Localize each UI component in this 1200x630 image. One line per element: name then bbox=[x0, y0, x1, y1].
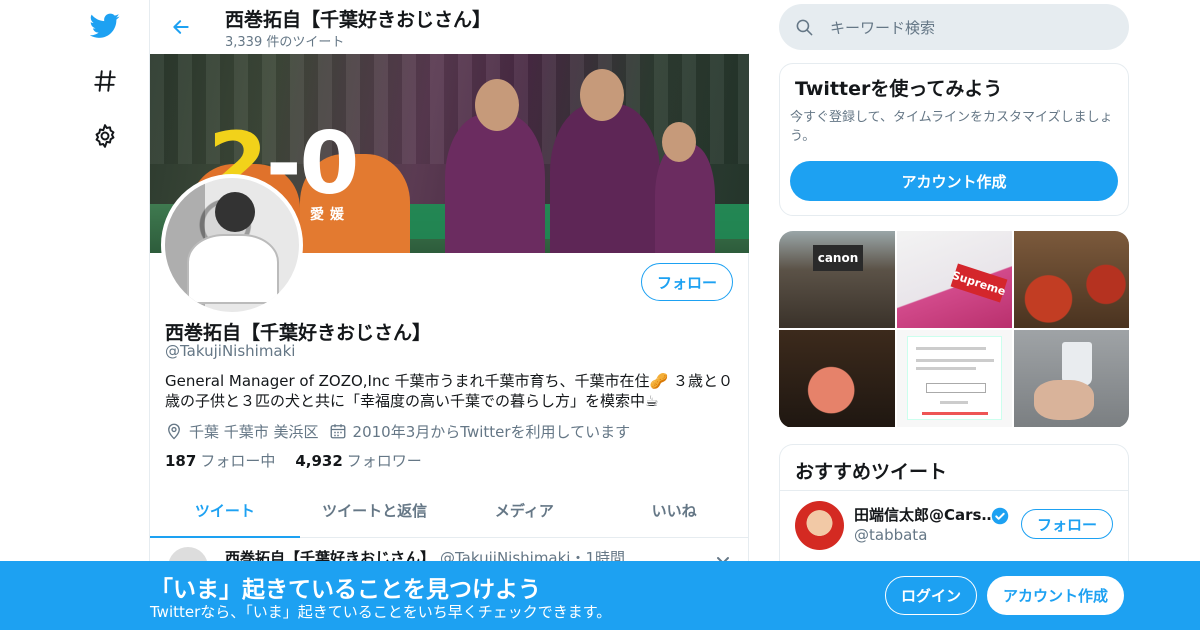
tab-media[interactable]: メディア bbox=[450, 484, 600, 537]
profile-column: 西巻拓自【千葉好きおじさん】 3,339 件のツイート 2-0 愛媛 フォロー … bbox=[149, 0, 749, 630]
avatar-hair bbox=[215, 192, 255, 232]
signup-card-title: Twitterを使ってみよう bbox=[795, 78, 1003, 100]
recommended-user-name[interactable]: 田端信太郎@Cars… bbox=[854, 504, 996, 525]
media-tile-sign: canon bbox=[813, 245, 863, 271]
followers-label: フォロワー bbox=[346, 452, 422, 470]
banner-player bbox=[550, 104, 660, 253]
login-button[interactable]: ログイン bbox=[885, 576, 977, 615]
doc-line bbox=[916, 359, 994, 362]
search-input[interactable]: キーワード検索 bbox=[779, 4, 1129, 50]
profile-name: 西巻拓自【千葉好きおじさん】 bbox=[165, 322, 432, 344]
media-thumbnail[interactable]: Supreme bbox=[897, 231, 1012, 328]
doc-line bbox=[916, 347, 986, 350]
recommended-follow-button[interactable]: フォロー bbox=[1021, 509, 1113, 539]
profile-meta: 千葉 千葉市 美浜区 2010年3月からTwitterを利用しています bbox=[165, 420, 640, 442]
signup-card: Twitterを使ってみよう 今すぐ登録して、タイムラインをカスタマイズしましょ… bbox=[779, 63, 1129, 216]
doc-line bbox=[916, 367, 976, 370]
profile-tabs: ツイート ツイートと返信 メディア いいね bbox=[150, 484, 749, 538]
explore-hashtag-icon[interactable] bbox=[90, 66, 120, 96]
divider bbox=[780, 490, 1128, 491]
location-pin-icon bbox=[168, 423, 180, 440]
media-thumbnail[interactable] bbox=[779, 330, 895, 427]
banner-player-head bbox=[580, 69, 624, 121]
signup-prompt-bar: 「いま」起きていることを見つけよう Twitterなら、「いま」起きていることを… bbox=[0, 561, 1200, 630]
banner-player bbox=[445, 114, 545, 253]
media-tile-document bbox=[907, 336, 1002, 420]
doc-red-line bbox=[922, 412, 988, 415]
profile-stats: 187 フォロー中 4,932 フォロワー bbox=[165, 450, 442, 471]
following-count: 187 bbox=[165, 452, 197, 470]
media-tile-box: Supreme bbox=[950, 263, 1008, 303]
header-title: 西巻拓自【千葉好きおじさん】 bbox=[225, 9, 492, 31]
recommended-user-handle: @tabbata bbox=[854, 526, 928, 544]
profile-header-bar: 西巻拓自【千葉好きおじさん】 3,339 件のツイート bbox=[150, 0, 749, 53]
signup-card-description: 今すぐ登録して、タイムラインをカスタマイズしましょう。 bbox=[790, 110, 1113, 144]
verified-badge-icon bbox=[991, 507, 1009, 525]
banner-player-head bbox=[662, 122, 696, 162]
media-thumbnail[interactable]: canon bbox=[779, 231, 895, 328]
profile-handle: @TakujiNishimaki bbox=[165, 342, 296, 360]
left-nav bbox=[80, 0, 130, 630]
create-account-button[interactable]: アカウント作成 bbox=[790, 161, 1118, 201]
banner-player-head bbox=[475, 79, 519, 131]
follow-button[interactable]: フォロー bbox=[641, 263, 733, 301]
profile-bio: General Manager of ZOZO,Inc 千葉市うまれ千葉市育ち、… bbox=[165, 372, 733, 410]
followers-count: 4,932 bbox=[295, 452, 343, 470]
profile-location: 千葉 千葉市 美浜区 bbox=[165, 421, 319, 442]
profile-joined-text: 2010年3月からTwitterを利用しています bbox=[352, 422, 631, 441]
tab-tweets[interactable]: ツイート bbox=[150, 484, 300, 538]
tab-likes[interactable]: いいね bbox=[599, 484, 749, 537]
doc-input bbox=[926, 383, 986, 393]
following-count-link[interactable]: 187 フォロー中 bbox=[165, 450, 275, 471]
header-tweet-count: 3,339 件のツイート bbox=[225, 35, 345, 50]
search-placeholder: キーワード検索 bbox=[830, 19, 936, 37]
signup-button[interactable]: アカウント作成 bbox=[987, 576, 1124, 615]
doc-line bbox=[940, 401, 968, 404]
banner-city-label: 愛媛 bbox=[310, 207, 350, 223]
twitter-profile-page: 西巻拓自【千葉好きおじさん】 3,339 件のツイート 2-0 愛媛 フォロー … bbox=[0, 0, 1200, 630]
back-arrow-icon[interactable] bbox=[166, 12, 196, 42]
media-thumbnail[interactable] bbox=[1014, 231, 1129, 328]
search-icon bbox=[796, 19, 813, 36]
media-tile-hand bbox=[1034, 380, 1094, 420]
twitter-bird-icon[interactable] bbox=[90, 11, 120, 41]
profile-avatar[interactable] bbox=[161, 174, 303, 316]
recommended-user-avatar[interactable] bbox=[795, 501, 844, 550]
media-thumbnail[interactable] bbox=[1014, 330, 1129, 427]
following-label: フォロー中 bbox=[200, 452, 276, 470]
prompt-subtitle: Twitterなら、「いま」起きていることをいち早くチェックできます。 bbox=[150, 603, 612, 621]
profile-joined: 2010年3月からTwitterを利用しています bbox=[329, 421, 631, 442]
followers-count-link[interactable]: 4,932 フォロワー bbox=[295, 450, 421, 471]
calendar-icon bbox=[330, 424, 345, 439]
profile-location-text: 千葉 千葉市 美浜区 bbox=[189, 422, 319, 441]
avatar-shirt bbox=[187, 234, 279, 304]
prompt-title: 「いま」起きていることを見つけよう bbox=[150, 577, 541, 603]
right-sidebar: キーワード検索 Twitterを使ってみよう 今すぐ登録して、タイムラインをカス… bbox=[779, 0, 1129, 630]
settings-gear-icon[interactable] bbox=[90, 121, 120, 151]
recommended-title: おすすめツイート bbox=[795, 461, 948, 483]
media-thumbnail[interactable] bbox=[897, 330, 1012, 427]
tab-tweets-and-replies[interactable]: ツイートと返信 bbox=[300, 484, 450, 537]
media-grid: canon Supreme bbox=[779, 231, 1129, 428]
